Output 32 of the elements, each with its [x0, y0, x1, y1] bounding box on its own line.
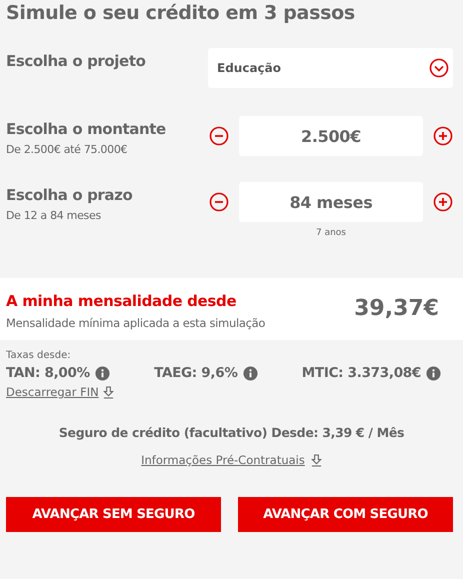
proceed-button[interactable]: AVANÇAR SEM SEGURO — [6, 497, 221, 532]
page-title: Simule o seu crédito em 3 passos — [5, 1, 356, 24]
rates-caption: Taxas desde: — [6, 350, 72, 361]
info-icon[interactable] — [426, 366, 441, 380]
info-icon[interactable] — [94, 366, 110, 380]
proceed-button[interactable]: AVANÇAR COM SEGURO — [238, 497, 453, 532]
minus-icon[interactable] — [209, 192, 229, 212]
plus-icon[interactable] — [433, 192, 453, 212]
download-link[interactable]: Descarregar FIN — [6, 385, 99, 399]
range-hint: De 2.500€ até 75.000€ — [6, 143, 128, 156]
rate-value: TAEG: 9,6% — [154, 365, 238, 381]
chevron-down-icon — [429, 58, 449, 78]
range-hint: De 12 a 84 meses — [6, 209, 102, 222]
info-link[interactable]: Informações Pré-Contratuais — [141, 453, 305, 467]
monthly-amount: 39,37€ — [354, 296, 439, 323]
download-icon[interactable] — [310, 454, 322, 466]
rate-value: TAN: 8,00% — [6, 365, 90, 381]
insurance-text: Seguro de crédito (facultativo) Desde: 3,39 € / Mês — [58, 425, 406, 440]
field-label: Escolha o projeto — [6, 52, 146, 70]
minus-icon[interactable] — [209, 126, 229, 146]
value-field[interactable]: 2.500€ — [239, 116, 423, 156]
field-label: Escolha o montante — [6, 120, 167, 138]
value-field[interactable]: 84 meses — [239, 182, 423, 222]
download-icon[interactable] — [102, 386, 114, 398]
monthly-title: A minha mensalidade desde — [6, 292, 238, 310]
field-label: Escolha o prazo — [6, 186, 134, 204]
info-icon[interactable] — [242, 366, 258, 380]
rate-value: MTIC: 3.373,08€ — [302, 365, 421, 381]
duration-note: 7 anos — [316, 228, 346, 238]
project-dropdown[interactable]: Educação — [208, 48, 453, 88]
monthly-subtitle: Mensalidade mínima aplicada a esta simulação — [6, 316, 266, 330]
plus-icon[interactable] — [433, 126, 453, 146]
